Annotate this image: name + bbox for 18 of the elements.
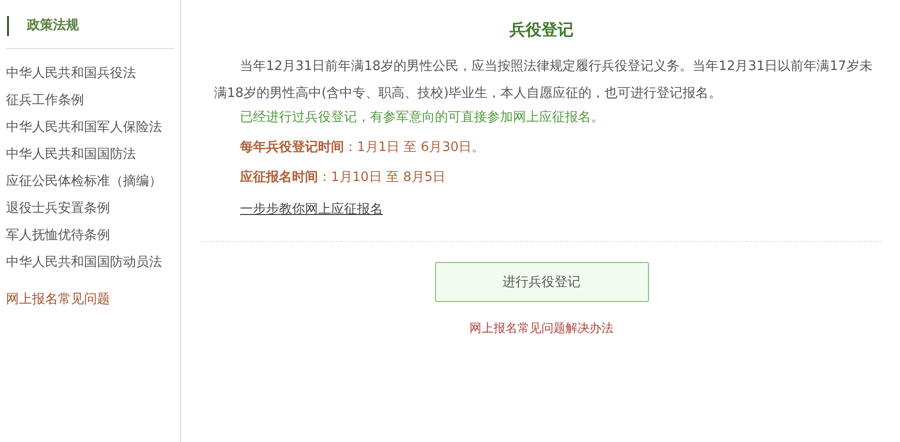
sidebar-link[interactable]: 退役士兵安置条例 xyxy=(6,200,110,217)
paragraph: 当年12月31日前年满18岁的男性公民，应当按照法律规定履行兵役登记义务。当年12月31日以前年满17岁未满18岁的男性高中(含中专、职高、技校)毕业生，本人自愿应征的，也可进行登记报名。 xyxy=(214,58,874,103)
sidebar-link[interactable]: 中华人民共和国军人保险法 xyxy=(6,119,162,136)
sidebar-link[interactable]: 网上报名常见问题 xyxy=(6,291,110,308)
paragraph: 已经进行过兵役登记，有参军意向的可直接参加网上应征报名。 xyxy=(240,109,604,127)
sidebar-link[interactable]: 征兵工作条例 xyxy=(6,92,84,109)
schedule-text: 应征报名时间：1月10日 至 8月5日 xyxy=(240,169,446,187)
faq-link[interactable]: 网上报名常见问题解决办法 xyxy=(470,320,614,337)
sidebar-link[interactable]: 中华人民共和国兵役法 xyxy=(6,65,136,82)
sidebar-link[interactable]: 中华人民共和国国防动员法 xyxy=(6,254,162,271)
schedule-text: 每年兵役登记时间：1月1日 至 6月30日。 xyxy=(240,139,485,157)
sidebar-link[interactable]: 应征公民体检标准（摘编） xyxy=(6,173,162,190)
register-button[interactable]: 进行兵役登记 xyxy=(434,262,648,302)
sidebar-link[interactable]: 中华人民共和国国防法 xyxy=(6,146,136,163)
guide-link[interactable]: 一步步教你网上应征报名 xyxy=(240,201,383,219)
page-title: 兵役登记 xyxy=(510,20,574,40)
section-heading: 政策法规 xyxy=(7,16,79,36)
sidebar-link[interactable]: 军人抚恤优待条例 xyxy=(6,227,110,244)
